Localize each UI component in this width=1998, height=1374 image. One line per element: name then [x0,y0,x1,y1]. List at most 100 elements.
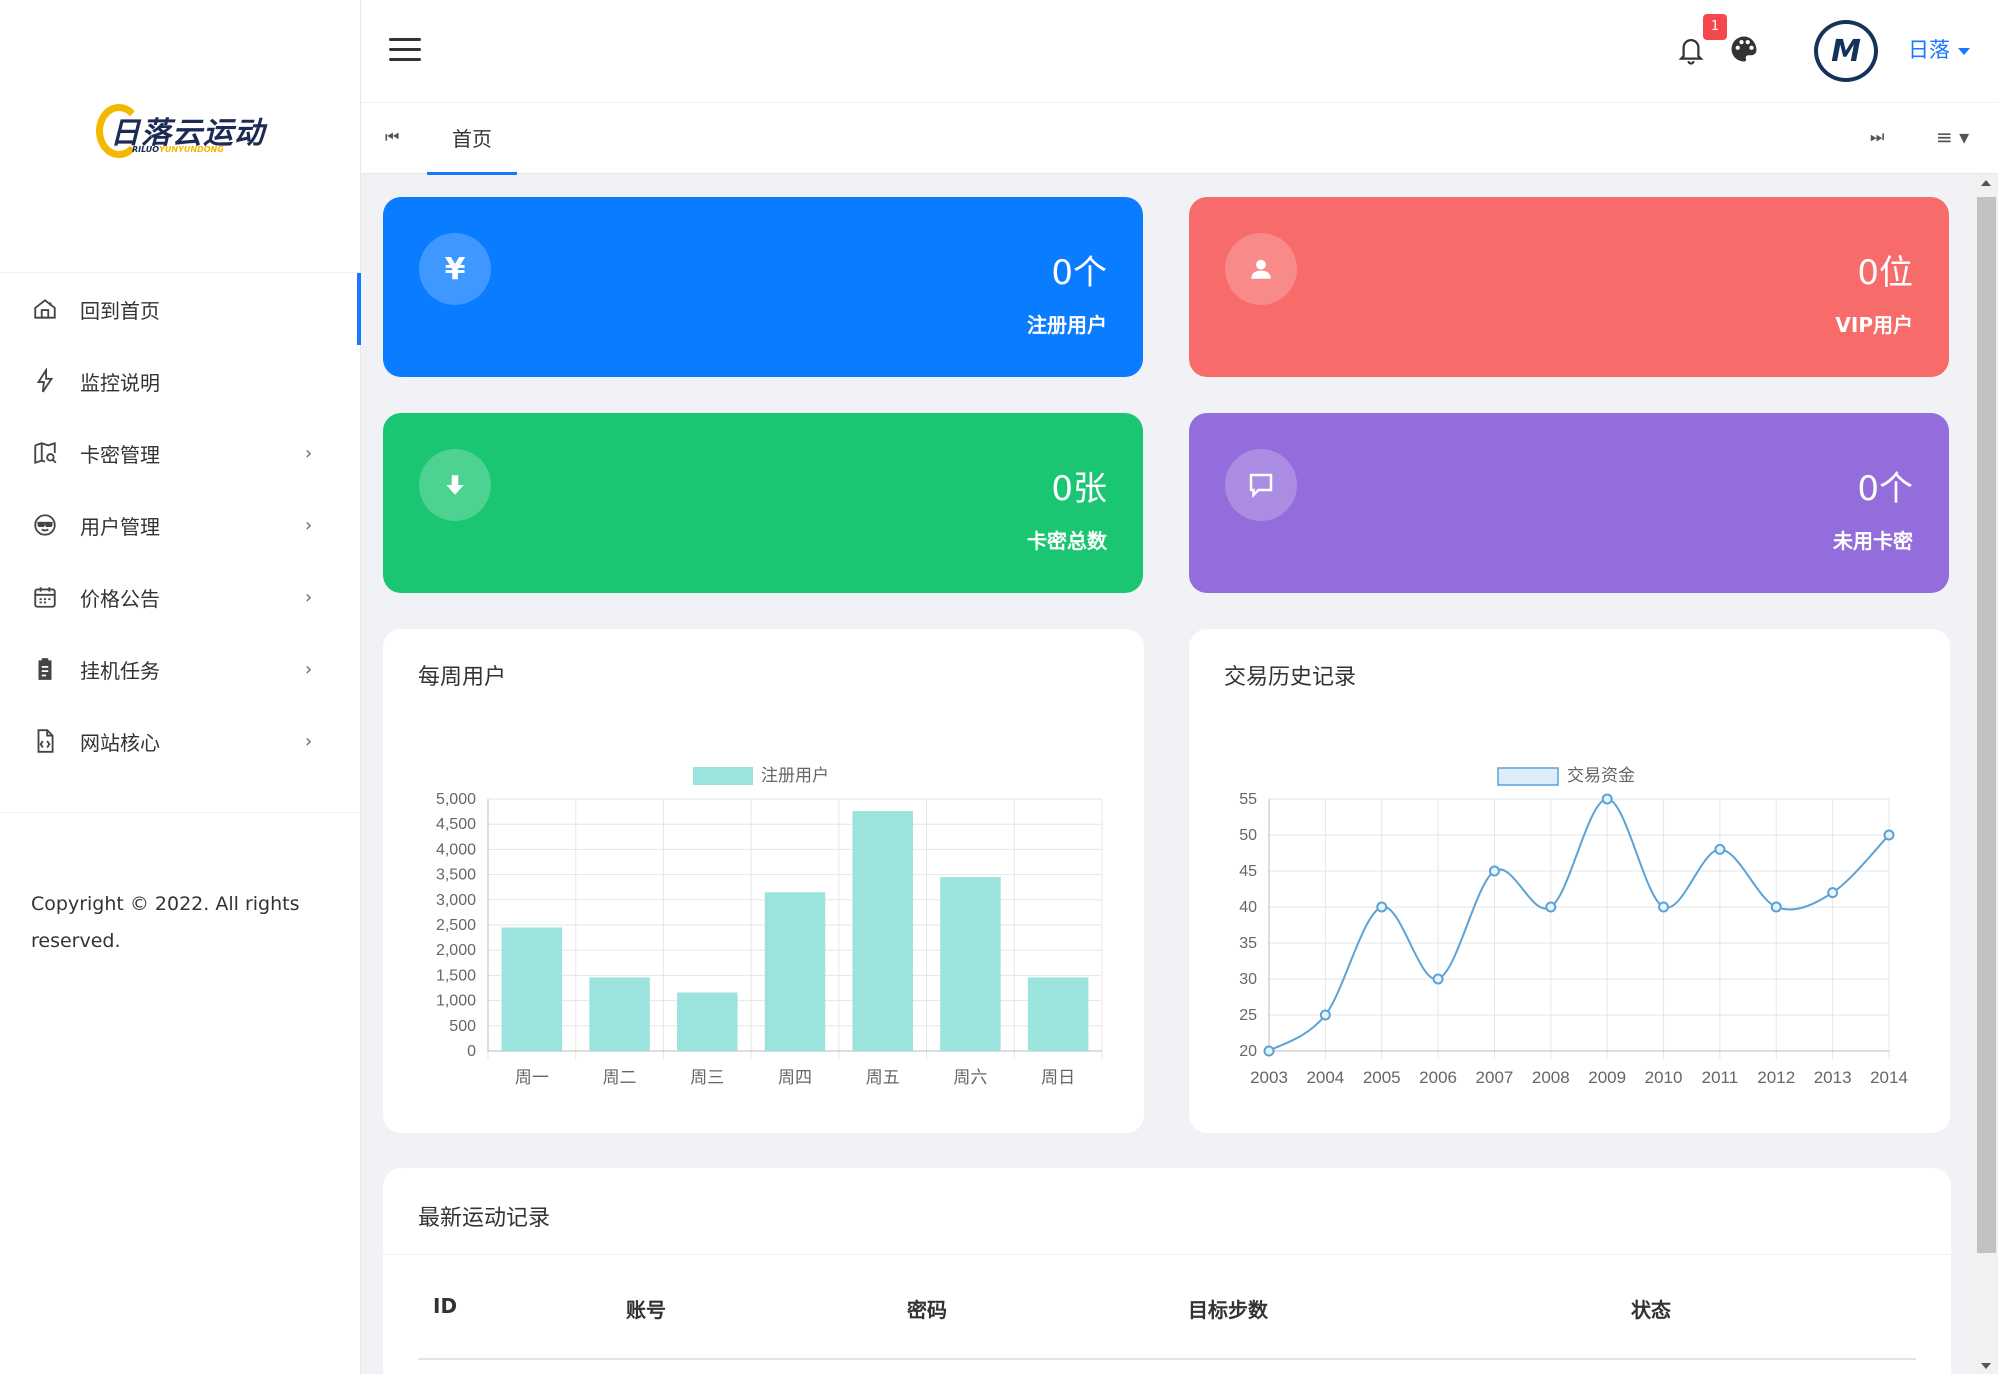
bar [940,877,1001,1051]
tab-scroll-right-icon[interactable]: ⏭ [1870,127,1884,147]
y-tick-label: 55 [1239,791,1257,808]
x-tick-label: 2005 [1363,1068,1401,1087]
column-header-account[interactable]: 账号 [626,1294,666,1323]
sunglasses-face-icon [31,511,59,539]
stat-card-unused-cards[interactable]: 0个 未用卡密 [1189,413,1949,593]
sidebar-item-label: 卡密管理 [80,442,160,467]
y-tick-label: 5,000 [436,791,476,808]
bolt-icon [31,367,59,395]
legend-label: 注册用户 [761,766,829,785]
table-title: 最新运动记录 [418,1206,551,1231]
sidebar-item-monitor[interactable]: 监控说明 [0,345,361,417]
stat-label: 注册用户 [1027,313,1107,337]
brand-logo[interactable]: 日落云运动 RILUOYUNYUNDONG [96,100,264,162]
column-header-id[interactable]: ID [433,1294,457,1318]
x-tick-label: 2004 [1306,1068,1344,1087]
tab-scroll-left-icon[interactable]: ⏮ [385,127,399,147]
x-tick-label: 周三 [690,1068,724,1087]
bar [764,892,826,1051]
column-header-status[interactable]: 状态 [1631,1294,1671,1323]
x-tick-label: 2007 [1476,1068,1514,1087]
bar [1027,977,1089,1051]
y-tick-label: 35 [1239,935,1257,952]
x-tick-label: 2014 [1870,1068,1908,1087]
tab-options-menu-icon[interactable]: ≡ ▾ [1936,125,1969,149]
stat-card-total-cards[interactable]: 0张 卡密总数 [383,413,1143,593]
data-point [1601,793,1613,805]
column-header-password[interactable]: 密码 [907,1294,947,1323]
code-file-icon [31,727,59,755]
sidebar: 日落云运动 RILUOYUNYUNDONG 回到首页 监控说明 卡密管理 › 用… [0,0,361,1374]
sidebar-item-users[interactable]: 用户管理 › [0,489,361,561]
stat-value: 0张 [1051,469,1107,509]
calendar-icon [31,583,59,611]
x-tick-label: 2010 [1645,1068,1683,1087]
y-tick-label: 2,500 [436,917,476,934]
chevron-right-icon: › [305,514,313,536]
sidebar-item-home[interactable]: 回到首页 [0,273,361,345]
palette-icon[interactable] [1729,34,1759,64]
sidebar-item-tasks[interactable]: 挂机任务 › [0,633,361,705]
notification-bell-icon[interactable] [1676,34,1706,66]
caret-down-icon [1958,47,1970,55]
user-menu-dropdown[interactable]: 日落 [1908,34,1970,64]
data-point [1263,1045,1275,1057]
logo-subtitle: RILUOYUNYUNDONG [132,145,224,154]
y-tick-label: 1,500 [436,967,476,984]
column-header-target-steps[interactable]: 目标步数 [1188,1294,1268,1323]
x-tick-label: 周六 [953,1068,987,1087]
scrollbar-thumb[interactable] [1977,197,1996,1253]
stat-card-vip-users[interactable]: 0位 VIP用户 [1189,197,1949,377]
download-arrow-icon [419,449,491,521]
y-tick-label: 4,000 [436,841,476,858]
data-point [1658,901,1670,913]
x-tick-label: 2009 [1588,1068,1626,1087]
chevron-right-icon: › [305,442,313,464]
sidebar-item-pricing[interactable]: 价格公告 › [0,561,361,633]
sidebar-item-core[interactable]: 网站核心 › [0,705,361,777]
y-tick-label: 3,500 [436,867,476,884]
sidebar-item-cards[interactable]: 卡密管理 › [0,417,361,489]
sidebar-item-label: 用户管理 [80,514,160,539]
avatar[interactable]: M [1814,20,1878,82]
x-tick-label: 周四 [778,1068,812,1087]
scroll-up-arrow-icon[interactable] [1981,180,1991,186]
stat-label: 未用卡密 [1833,529,1913,553]
x-tick-label: 2006 [1419,1068,1457,1087]
page-scrollbar[interactable] [1975,175,1998,1374]
chevron-right-icon: › [305,658,313,680]
x-tick-label: 2012 [1757,1068,1795,1087]
legend-label: 交易资金 [1567,766,1635,785]
latest-records-table: 最新运动记录 ID 账号 密码 目标步数 状态 [383,1168,1951,1374]
hamburger-icon[interactable] [389,38,421,62]
yen-icon: ¥ [419,233,491,305]
y-tick-label: 2,000 [436,942,476,959]
chevron-right-icon: › [305,586,313,608]
y-tick-label: 45 [1239,863,1257,880]
scroll-down-arrow-icon[interactable] [1981,1363,1991,1369]
data-point [1770,901,1782,913]
legend-swatch [1497,767,1559,786]
sidebar-item-label: 回到首页 [80,298,160,323]
data-point [1827,887,1839,899]
y-tick-label: 20 [1239,1043,1257,1060]
tab-home[interactable]: 首页 [427,103,517,175]
bar [677,992,738,1051]
user-icon [1225,233,1297,305]
notification-badge: 1 [1703,14,1727,40]
username: 日落 [1908,38,1950,62]
tab-bar: ⏮ 首页 ⏭ ≡ ▾ [361,102,1998,175]
home-icon [31,295,59,323]
stat-value: 0个 [1857,469,1913,509]
panel-title: 每周用户 [418,665,507,690]
y-tick-label: 1,000 [436,993,476,1010]
stat-card-registered-users[interactable]: ¥ 0个 注册用户 [383,197,1143,377]
copyright-text: Copyright © 2022. All rights reserved. [31,893,300,952]
y-tick-label: 3,000 [436,892,476,909]
y-tick-label: 40 [1239,899,1257,916]
weekly-users-panel: 0 500 1,000 1,500 2,000 2,500 3,000 3,500 4,000 4… [383,629,1144,1133]
sidebar-item-label: 网站核心 [80,730,160,755]
series-line [1268,797,1890,1052]
x-tick-label: 周二 [603,1068,637,1087]
trade-history-panel: 20 25 30 35 40 45 50 55 2003 2004 2005 2006 2007 2008… [1189,629,1950,1133]
